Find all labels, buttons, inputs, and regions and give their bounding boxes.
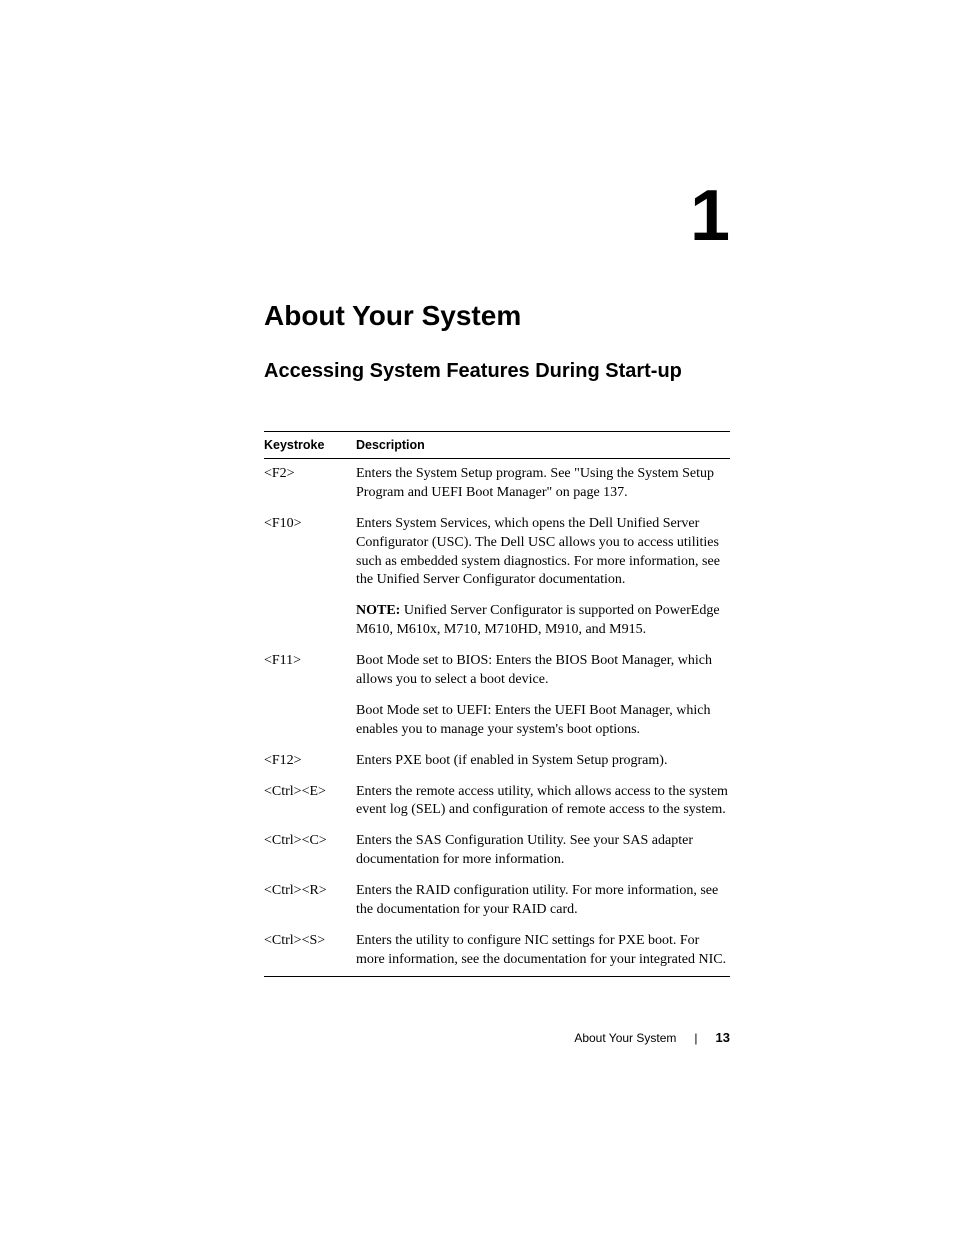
note-text: Unified Server Configurator is supported… xyxy=(356,603,720,637)
cell-description: Enters PXE boot (if enabled in System Se… xyxy=(356,746,730,777)
cell-description: Boot Mode set to BIOS: Enters the BIOS B… xyxy=(356,646,730,696)
table-row: <F11> Boot Mode set to BIOS: Enters the … xyxy=(264,646,730,696)
cell-keystroke: <F2> xyxy=(264,459,356,509)
cell-description: Enters the remote access utility, which … xyxy=(356,777,730,827)
cell-keystroke: <Ctrl><C> xyxy=(264,826,356,876)
keystroke-table: Keystroke Description <F2> Enters the Sy… xyxy=(264,431,730,977)
cell-description: Enters System Services, which opens the … xyxy=(356,509,730,597)
cell-keystroke: <Ctrl><S> xyxy=(264,926,356,976)
cell-description: Enters the RAID configuration utility. F… xyxy=(356,876,730,926)
cell-keystroke: <F10> xyxy=(264,509,356,646)
chapter-title: About Your System xyxy=(264,300,730,332)
note-label: NOTE: xyxy=(356,603,400,618)
footer-page-number: 13 xyxy=(716,1030,730,1045)
footer-label: About Your System xyxy=(574,1031,676,1045)
cell-keystroke: <F12> xyxy=(264,746,356,777)
th-keystroke: Keystroke xyxy=(264,432,356,459)
table-row: <Ctrl><R> Enters the RAID configuration … xyxy=(264,876,730,926)
page-footer: About Your System | 13 xyxy=(574,1030,730,1045)
cell-description: Boot Mode set to UEFI: Enters the UEFI B… xyxy=(356,696,730,746)
footer-divider: | xyxy=(694,1031,697,1045)
table-row: <Ctrl><E> Enters the remote access utili… xyxy=(264,777,730,827)
cell-keystroke: <Ctrl><E> xyxy=(264,777,356,827)
chapter-number: 1 xyxy=(264,180,730,252)
cell-description: Enters the SAS Configuration Utility. Se… xyxy=(356,826,730,876)
cell-description: Enters the System Setup program. See "Us… xyxy=(356,459,730,509)
cell-description: Enters the utility to configure NIC sett… xyxy=(356,926,730,976)
cell-keystroke: <Ctrl><R> xyxy=(264,876,356,926)
table-row: <Ctrl><S> Enters the utility to configur… xyxy=(264,926,730,976)
table-row: <Ctrl><C> Enters the SAS Configuration U… xyxy=(264,826,730,876)
table-row: <F12> Enters PXE boot (if enabled in Sys… xyxy=(264,746,730,777)
table-row: <F2> Enters the System Setup program. Se… xyxy=(264,459,730,509)
cell-note: NOTE: Unified Server Configurator is sup… xyxy=(356,596,730,646)
th-description: Description xyxy=(356,432,730,459)
cell-keystroke: <F11> xyxy=(264,646,356,746)
section-title: Accessing System Features During Start-u… xyxy=(264,360,730,383)
table-row: <F10> Enters System Services, which open… xyxy=(264,509,730,597)
